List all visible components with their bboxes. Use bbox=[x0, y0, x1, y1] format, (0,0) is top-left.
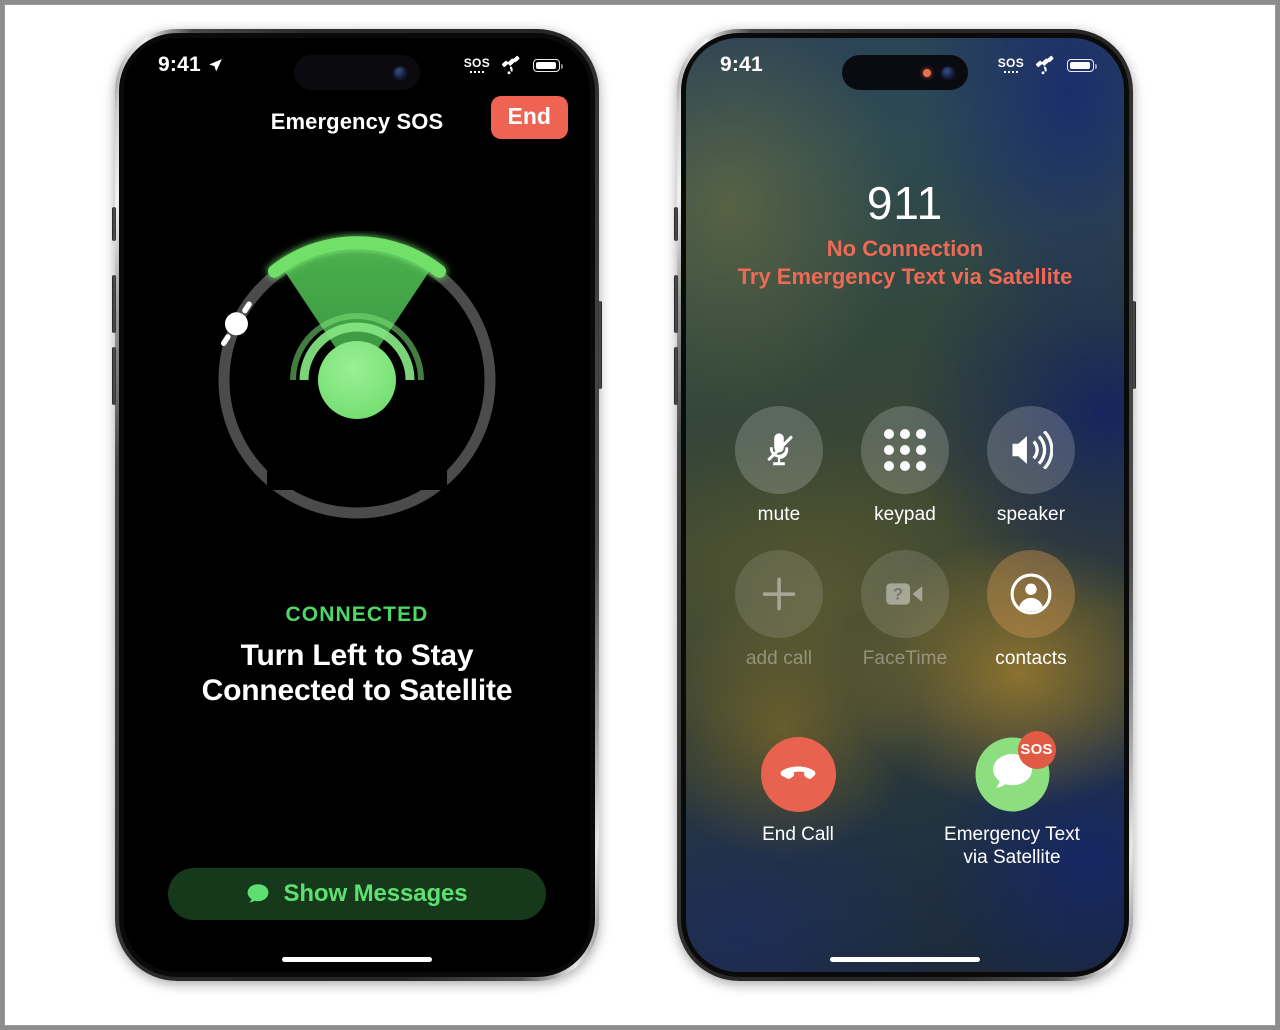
svg-text:?: ? bbox=[893, 586, 903, 604]
iphone-right-911-call: 9:41 SOS 911 No Connection Try Emergency… bbox=[674, 29, 1136, 981]
guidance-line-2: Connected to Satellite bbox=[201, 674, 513, 708]
phones-stage: 9:41 SOS Emergency SOS End CONNECTED Tur… bbox=[5, 5, 1275, 1025]
control-keypad[interactable]: keypad bbox=[861, 406, 949, 526]
call-status-line-1: No Connection bbox=[826, 235, 984, 261]
show-messages-label: Show Messages bbox=[283, 880, 468, 907]
connection-status-label: CONNECTED bbox=[285, 603, 429, 626]
call-status-line-2: Try Emergency Text via Satellite bbox=[737, 263, 1073, 289]
control-keypad-disc bbox=[861, 406, 949, 494]
guidance-text: Turn Left to Stay Connected to Satellite bbox=[146, 638, 568, 709]
power-button-right[interactable] bbox=[1132, 301, 1136, 389]
signal-dots-icon bbox=[469, 70, 485, 74]
call-status-text: No Connection Try Emergency Text via Sat… bbox=[686, 235, 1124, 291]
device-node bbox=[318, 341, 396, 419]
emergency-text-label-line-2: via Satellite bbox=[963, 847, 1061, 869]
control-facetime-label: FaceTime bbox=[862, 648, 948, 669]
phone-down-icon bbox=[780, 766, 816, 779]
keypad-grid-icon bbox=[884, 429, 926, 471]
satellite-pointing-dial bbox=[207, 230, 507, 530]
home-indicator-right[interactable] bbox=[830, 957, 980, 962]
status-bar-left: 9:41 SOS bbox=[124, 38, 590, 92]
status-bar-indicators-right: SOS bbox=[998, 54, 1097, 77]
volume-up-button-right[interactable] bbox=[674, 275, 678, 333]
control-contacts-label: contacts bbox=[995, 648, 1067, 669]
status-bar-time-group: 9:41 bbox=[158, 53, 224, 77]
volume-down-button-left[interactable] bbox=[112, 347, 116, 405]
screenshot-page: 9:41 SOS Emergency SOS End CONNECTED Tur… bbox=[4, 4, 1276, 1026]
control-contacts-disc bbox=[987, 550, 1075, 638]
control-contacts[interactable]: contacts bbox=[987, 550, 1075, 670]
iphone-left-emergency-sos: 9:41 SOS Emergency SOS End CONNECTED Tur… bbox=[112, 29, 602, 981]
battery-full-icon bbox=[1067, 58, 1097, 72]
clock-label: 9:41 bbox=[158, 53, 201, 76]
callee-number: 911 bbox=[866, 177, 944, 229]
location-arrow-icon bbox=[208, 58, 222, 72]
sos-indicator-right: SOS bbox=[998, 57, 1024, 74]
control-add-call-disc bbox=[735, 550, 823, 638]
emergency-text-label: Emergency Text via Satellite bbox=[944, 823, 1080, 871]
satellite-icon bbox=[1035, 55, 1054, 74]
satellite-icon bbox=[501, 55, 520, 74]
volume-up-button-left[interactable] bbox=[112, 275, 116, 333]
emergency-text-disc: SOS bbox=[975, 730, 1056, 812]
control-mute[interactable]: mute bbox=[735, 406, 823, 526]
plus-icon bbox=[762, 577, 796, 611]
home-indicator-left[interactable] bbox=[282, 957, 432, 962]
end-call-label: End Call bbox=[762, 823, 834, 845]
clock-label: 9:41 bbox=[720, 53, 763, 76]
status-bar-indicators-left: SOS bbox=[464, 54, 563, 77]
screen-left: 9:41 SOS Emergency SOS End CONNECTED Tur… bbox=[124, 38, 590, 972]
control-add-call[interactable]: add call bbox=[735, 550, 823, 670]
bottom-actions-row: End Call SOS Emergency Text via Satellit… bbox=[724, 730, 1086, 871]
power-button-left[interactable] bbox=[598, 301, 602, 389]
emergency-text-label-line-1: Emergency Text bbox=[944, 823, 1080, 845]
callee-info: 911 No Connection Try Emergency Text via… bbox=[686, 178, 1124, 291]
control-speaker-label: speaker bbox=[996, 504, 1066, 525]
status-bar-right: 9:41 SOS bbox=[686, 38, 1124, 92]
volume-down-button-right[interactable] bbox=[674, 347, 678, 405]
sos-badge: SOS bbox=[1017, 730, 1056, 769]
message-bubble-icon bbox=[248, 884, 269, 903]
silent-switch-right[interactable] bbox=[674, 207, 678, 241]
emergency-text-satellite-button[interactable]: SOS Emergency Text via Satellite bbox=[938, 730, 1086, 871]
page-title: Emergency SOS bbox=[270, 109, 444, 134]
control-mute-label: mute bbox=[757, 504, 801, 525]
silent-switch-left[interactable] bbox=[112, 207, 116, 241]
microphone-slash-icon bbox=[767, 433, 793, 466]
battery-full-icon bbox=[533, 58, 563, 72]
control-add-call-label: add call bbox=[745, 648, 813, 669]
sos-indicator-left: SOS bbox=[464, 57, 490, 74]
control-speaker-disc bbox=[987, 406, 1075, 494]
guidance-line-1: Turn Left to Stay bbox=[240, 639, 474, 672]
show-messages-button[interactable]: Show Messages bbox=[168, 868, 546, 920]
control-facetime[interactable]: ? FaceTime bbox=[861, 550, 949, 670]
status-bar-time-group: 9:41 bbox=[720, 53, 763, 77]
person-circle-icon bbox=[1010, 573, 1052, 615]
end-call-disc bbox=[760, 736, 836, 812]
control-speaker[interactable]: speaker bbox=[987, 406, 1075, 526]
sos-label: SOS bbox=[463, 55, 490, 70]
facetime-video-icon: ? bbox=[886, 583, 923, 605]
speaker-wave-icon bbox=[1012, 431, 1053, 469]
control-keypad-label: keypad bbox=[874, 504, 936, 525]
satellite-marker bbox=[220, 301, 252, 347]
call-controls-grid: mute keypad speaker add call ? FaceTime … bbox=[716, 406, 1094, 670]
end-call-button[interactable]: End Call bbox=[724, 736, 872, 871]
control-facetime-disc: ? bbox=[861, 550, 949, 638]
control-mute-disc bbox=[735, 406, 823, 494]
nav-bar-left: Emergency SOS bbox=[124, 94, 590, 150]
sos-label: SOS bbox=[997, 55, 1024, 70]
screen-right: 9:41 SOS 911 No Connection Try Emergency… bbox=[686, 38, 1124, 972]
signal-dots-icon bbox=[1003, 70, 1019, 74]
